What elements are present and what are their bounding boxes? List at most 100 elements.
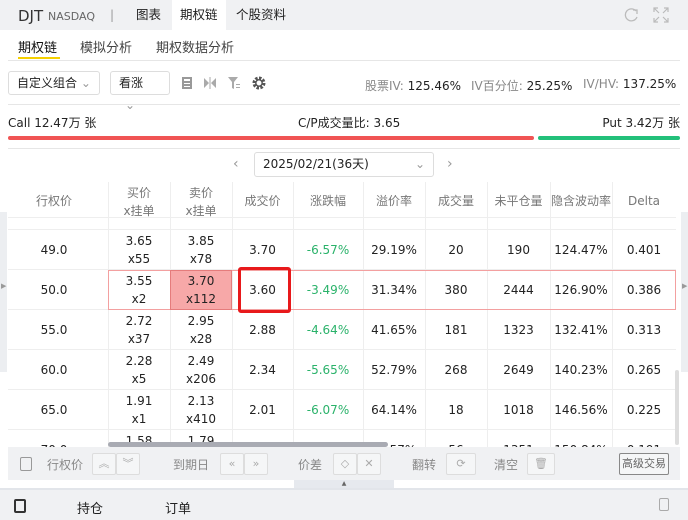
cell-last: 3.60 <box>249 283 276 297</box>
next-expiry-button[interactable]: › <box>447 156 453 172</box>
strike-down-button[interactable]: ︾ <box>116 453 140 475</box>
expiry-label: 2025/02/21(36天) <box>263 157 369 171</box>
cell-iv: 140.23% <box>554 363 608 377</box>
cell-delta: 0.313 <box>626 323 662 337</box>
cell-last: 2.88 <box>249 323 276 337</box>
cell-change: -6.07% <box>306 403 350 417</box>
strike-label: 行权价 <box>47 458 84 472</box>
vertical-scrollbar[interactable] <box>675 370 679 445</box>
expiry-dropdown[interactable]: 2025/02/21(36天) ⌄ <box>254 152 434 177</box>
filter-icon[interactable] <box>227 76 241 90</box>
cell-ask_size: x28 <box>189 332 213 346</box>
cell-volume: 181 <box>444 323 468 337</box>
put-volume-bar <box>537 136 680 140</box>
orders-tab[interactable]: 订单 <box>165 498 191 517</box>
footer: 持仓 订单 <box>0 488 688 520</box>
separator: | <box>110 8 115 22</box>
subtab-simulation[interactable]: 模拟分析 <box>80 37 132 56</box>
stock-iv: 股票IV: 125.46% <box>365 77 461 94</box>
refresh-icon[interactable] <box>622 6 640 24</box>
tab-chart[interactable]: 图表 <box>128 0 169 30</box>
iv-hv: IV/HV: 137.25% <box>583 77 676 91</box>
fullscreen-icon[interactable] <box>652 6 670 24</box>
cell-delta: 0.265 <box>626 363 662 377</box>
cell-ask[interactable]: 2.49 <box>170 352 232 370</box>
strike-up-button[interactable]: ︽ <box>92 453 116 475</box>
trash-icon[interactable]: 🗑 <box>527 453 555 475</box>
gear-icon[interactable] <box>251 75 267 91</box>
symbol: DJT <box>18 7 44 25</box>
stock-iv-label: 股票IV: <box>365 79 404 93</box>
cell-premium: 31.34% <box>371 283 417 297</box>
cell-change: -3.49% <box>306 283 350 297</box>
prev-expiry-button[interactable]: ‹ <box>233 156 239 172</box>
cell-oi: 1323 <box>503 323 534 337</box>
subtab-option-chain[interactable]: 期权链 <box>18 37 57 56</box>
cell-ask[interactable]: 2.95 <box>170 312 232 330</box>
cell-oi: 2649 <box>503 363 534 377</box>
stock-iv-value: 125.46% <box>407 79 462 93</box>
calculator-icon[interactable] <box>180 76 194 90</box>
cell-ask[interactable]: 2.13 <box>170 392 232 410</box>
cell-premium: 52.79% <box>371 363 417 377</box>
cell-ask_size: x112 <box>185 292 216 306</box>
put-volume: Put 3.42万 张 <box>602 116 680 130</box>
spread-clear-button[interactable]: ✕ <box>357 453 381 475</box>
combo-dropdown[interactable]: 自定义组合 ⌄ <box>8 71 100 95</box>
popout-icon[interactable] <box>659 498 669 511</box>
cell-strike: 49.0 <box>40 243 68 257</box>
mirror-icon[interactable] <box>203 76 217 90</box>
cell-premium: 64.14% <box>371 403 417 417</box>
clear-label: 清空 <box>494 458 519 472</box>
cell-oi: 2444 <box>503 283 534 297</box>
cell-last: 2.34 <box>249 363 276 377</box>
cell-ask[interactable]: 3.85 <box>170 232 232 250</box>
cell-last: 2.01 <box>249 403 276 417</box>
subtab-option-data[interactable]: 期权数据分析 <box>156 37 234 56</box>
tab-stock-info[interactable]: 个股资料 <box>228 0 294 30</box>
expiry-prev-button[interactable]: « <box>220 453 244 475</box>
cell-iv: 146.56% <box>554 403 608 417</box>
header-row <box>8 182 676 218</box>
panel-toggle-icon[interactable] <box>14 499 26 513</box>
direction-dropdown[interactable]: 看涨 ⌄ <box>110 71 170 112</box>
cell-bid[interactable]: 2.72 <box>108 312 170 330</box>
spread-adjust-button[interactable]: ◇ <box>333 453 357 475</box>
cell-delta: 0.386 <box>626 283 662 297</box>
advanced-trade-button[interactable]: 高级交易 <box>619 453 669 475</box>
top-bar <box>0 0 688 30</box>
cell-bid[interactable]: 3.65 <box>108 232 170 250</box>
active-tab-underline <box>18 57 60 59</box>
cell-bid[interactable]: 3.55 <box>108 272 170 290</box>
flip-label: 翻转 <box>412 458 437 472</box>
tab-option-chain[interactable]: 期权链 <box>172 0 226 30</box>
direction-label: 看涨 <box>119 76 144 90</box>
cell-bid_size: x55 <box>127 252 151 266</box>
cell-iv: 132.41% <box>554 323 608 337</box>
cell-oi: 190 <box>507 243 530 257</box>
cell-strike: 55.0 <box>40 323 68 337</box>
divider <box>8 148 680 149</box>
panel-icon[interactable] <box>20 457 32 471</box>
cell-bid_size: x1 <box>131 412 147 426</box>
expiry-next-button[interactable]: » <box>244 453 268 475</box>
iv-pct-label: IV百分位: <box>471 79 523 93</box>
cell-strike: 65.0 <box>40 403 68 417</box>
call-volume-bar <box>8 136 534 140</box>
exchange: NASDAQ <box>48 10 96 23</box>
option-chain-table: 行权价 买价 x挂单 卖价 x挂单 成交价 涨跌幅 溢价率 成交量 未平仓量 隐含波动率 Delt… <box>0 182 688 447</box>
spread-label: 价差 <box>298 458 323 472</box>
flip-button[interactable]: ⟳ <box>446 453 476 475</box>
cell-iv: 126.90% <box>554 283 608 297</box>
expand-handle[interactable]: ▲ <box>294 480 394 488</box>
positions-tab[interactable]: 持仓 <box>77 498 103 517</box>
cell-volume: 18 <box>448 403 464 417</box>
cell-ask[interactable]: 3.70 <box>170 272 232 290</box>
cell-volume: 20 <box>448 243 464 257</box>
chevron-down-icon: ⌄ <box>80 76 91 90</box>
cell-strike: 50.0 <box>40 283 68 297</box>
cell-volume: 268 <box>444 363 468 377</box>
cell-bid[interactable]: 2.28 <box>108 352 170 370</box>
cell-bid[interactable]: 1.91 <box>108 392 170 410</box>
call-volume: Call 12.47万 张 <box>8 116 97 130</box>
